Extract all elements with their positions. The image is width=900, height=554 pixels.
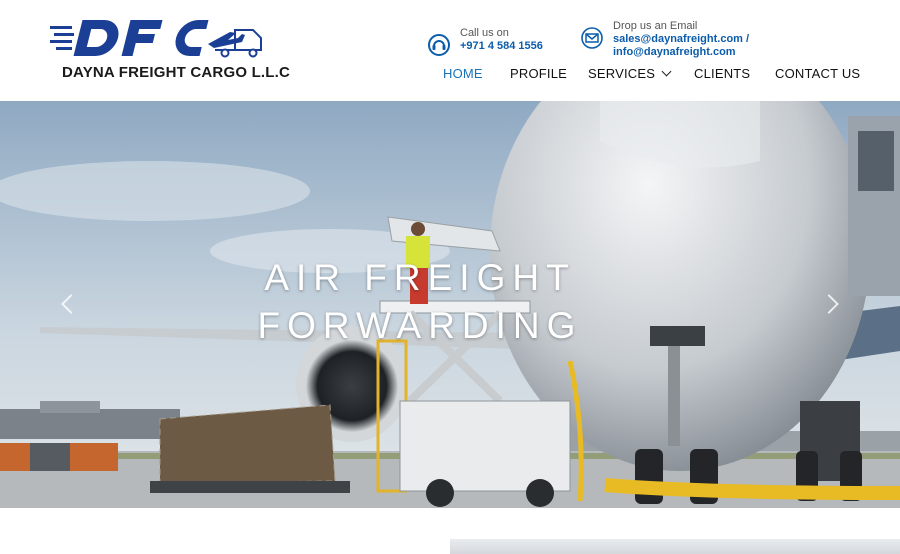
nav-services[interactable]: SERVICES [588,66,672,81]
site-header: DAYNA FREIGHT CARGO L.L.C Call us on +97… [0,0,900,101]
section-image-preview [450,539,900,554]
hero-title-line-2: FORWARDING [257,305,583,346]
chevron-down-icon [661,66,672,77]
hero-slider: AIR FREIGHT FORWARDING [0,101,900,508]
sales-email-link[interactable]: sales@daynafreight.com / [613,33,749,46]
phone-number-link[interactable]: +971 4 584 1556 [460,40,543,53]
nav-contact-us[interactable]: CONTACT US [775,66,860,81]
hero-title-line-1: AIR FREIGHT [264,257,576,298]
envelope-icon [581,27,603,49]
info-email-link[interactable]: info@daynafreight.com [613,46,749,59]
email-contact: Drop us an Email sales@daynafreight.com … [581,20,749,59]
email-label: Drop us an Email [613,20,698,32]
dfc-logo-mark [50,20,262,58]
nav-clients[interactable]: CLIENTS [694,66,750,81]
phone-contact: Call us on +971 4 584 1556 [428,27,543,56]
nav-profile[interactable]: PROFILE [510,66,567,81]
nav-home[interactable]: HOME [443,66,483,81]
phone-label: Call us on [460,27,509,39]
main-navigation: HOME PROFILE SERVICES CLIENTS CONTACT US [0,66,900,86]
phone-headset-icon [428,34,450,56]
nav-services-label: SERVICES [588,66,656,81]
